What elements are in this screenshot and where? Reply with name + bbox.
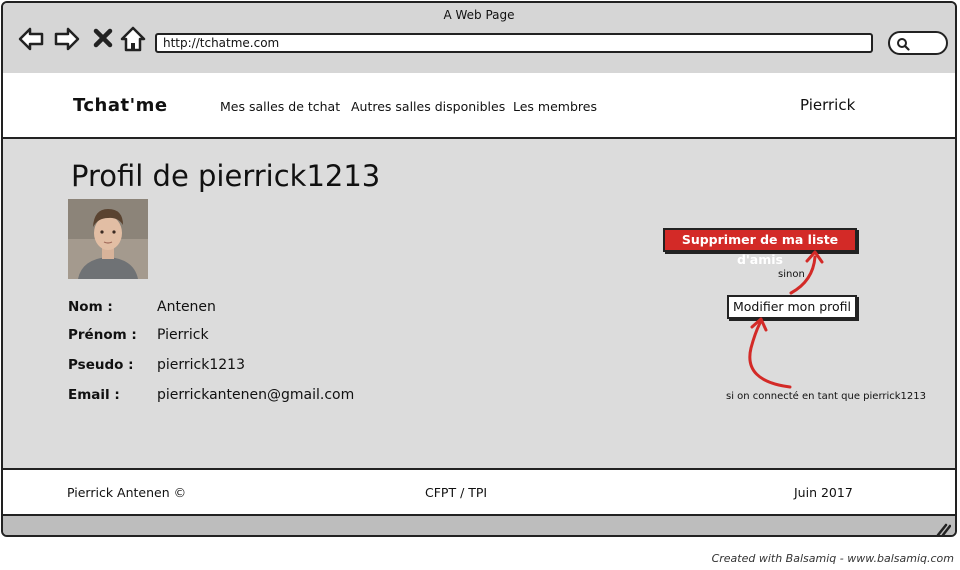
annotation-arrows [748,250,824,389]
footer-author: Pierrick Antenen © [67,485,187,500]
browser-status-bar [3,516,955,536]
site-footer: Pierrick Antenen © CFPT / TPI Juin 2017 [3,468,955,516]
footer-school: CFPT / TPI [425,485,488,500]
resize-grip-icon[interactable] [935,522,951,536]
browser-window: A Web Page http://tchatme.com Tchat'me M… [1,1,957,537]
arrow-to-edit-button [748,317,792,389]
footer-date: Juin 2017 [794,485,853,500]
balsamiq-credit: Created with Balsamiq - www.balsamiq.com [711,552,954,565]
arrow-to-remove-button [789,250,824,295]
